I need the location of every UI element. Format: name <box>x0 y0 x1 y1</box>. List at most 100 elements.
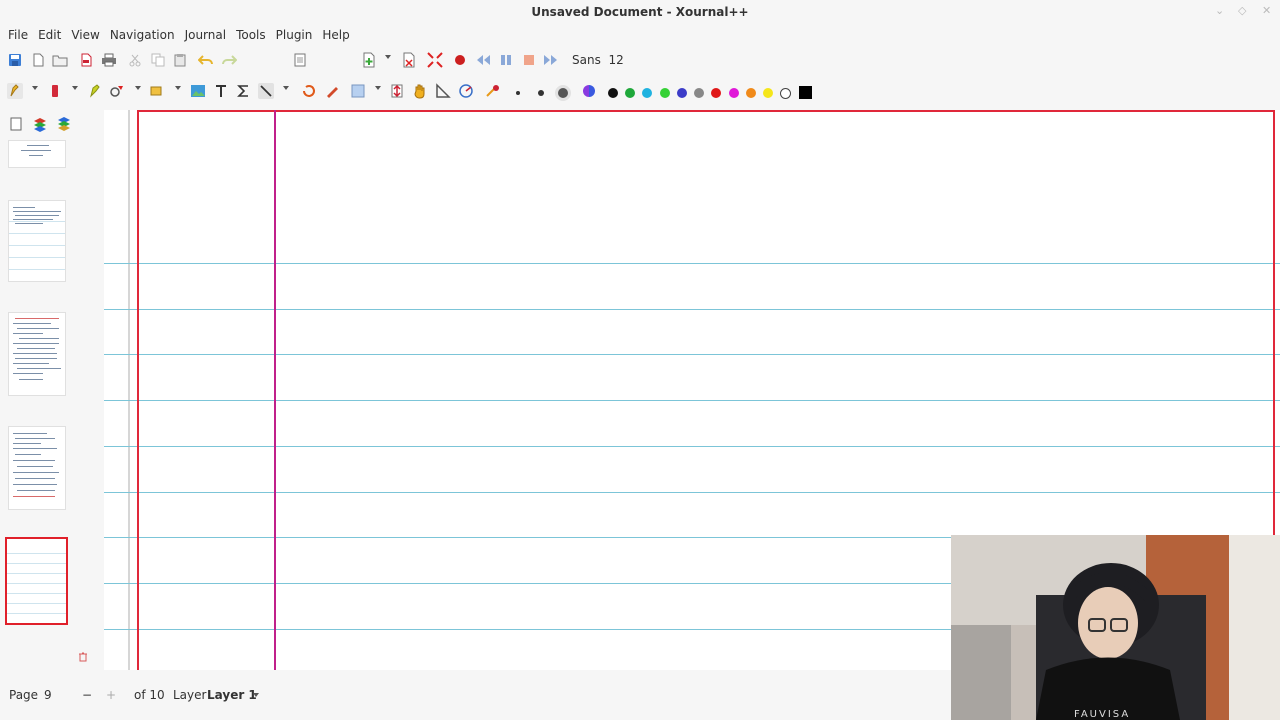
close-icon[interactable]: ✕ <box>1262 4 1271 17</box>
select-dropdown[interactable] <box>175 86 181 90</box>
color-red[interactable] <box>711 88 721 98</box>
rewind-icon[interactable] <box>475 52 491 68</box>
shape-recognizer-icon[interactable] <box>301 83 317 99</box>
menu-bar: File Edit View Navigation Journal Tools … <box>0 24 1280 46</box>
color-blue[interactable] <box>677 88 687 98</box>
undo-icon[interactable] <box>198 52 214 68</box>
color-gray[interactable] <box>694 88 704 98</box>
select-region-icon[interactable] <box>150 83 166 99</box>
delete-page-icon[interactable] <box>401 52 417 68</box>
latex-icon[interactable] <box>235 83 251 99</box>
menu-view[interactable]: View <box>71 28 107 42</box>
save-icon[interactable] <box>7 52 23 68</box>
fast-forward-icon[interactable] <box>543 52 559 68</box>
print-icon[interactable] <box>101 52 117 68</box>
menu-help[interactable]: Help <box>322 28 357 42</box>
fill-dropdown[interactable] <box>375 86 381 90</box>
page-number-input[interactable]: 9 <box>44 688 74 702</box>
font-selector[interactable]: Sans 12 <box>572 53 624 67</box>
color-white[interactable] <box>780 88 791 99</box>
ruler-dropdown[interactable] <box>283 86 289 90</box>
copy-icon[interactable] <box>150 52 166 68</box>
insert-page-icon[interactable] <box>361 52 377 68</box>
menu-plugin[interactable]: Plugin <box>276 28 321 42</box>
page-preview-tab-icon[interactable] <box>8 116 24 132</box>
maximize-icon[interactable]: ◇ <box>1238 4 1246 17</box>
page-decrement-button[interactable]: − <box>82 688 92 702</box>
new-document-icon[interactable] <box>30 52 46 68</box>
color-light-blue[interactable] <box>642 88 652 98</box>
fullscreen-icon[interactable] <box>292 52 308 68</box>
sidebar-header <box>0 110 104 138</box>
record-icon[interactable] <box>452 52 468 68</box>
color-picker-icon[interactable] <box>581 83 597 99</box>
highlighter-icon[interactable] <box>87 83 103 99</box>
color-orange[interactable] <box>746 88 756 98</box>
layer-selector[interactable]: Layer 1 <box>207 688 257 702</box>
main-toolbar: Sans 12 <box>0 46 1280 76</box>
page-label: Page <box>9 688 39 702</box>
fill-color-icon[interactable] <box>350 83 366 99</box>
color-black[interactable] <box>608 88 618 98</box>
pen-icon[interactable] <box>7 83 23 99</box>
menu-tools[interactable]: Tools <box>236 28 274 42</box>
webcam-overlay: FAUVISA <box>951 535 1280 720</box>
color-green[interactable] <box>625 88 635 98</box>
page-thumbnail-5[interactable] <box>8 140 66 168</box>
page-thumbnail-8[interactable] <box>8 426 66 510</box>
hand-icon[interactable] <box>412 83 428 99</box>
text-tool-icon[interactable] <box>213 83 229 99</box>
ruler-icon[interactable] <box>258 83 274 99</box>
image-icon[interactable] <box>190 83 206 99</box>
medium-size-icon[interactable] <box>538 90 544 96</box>
plugin-tool-icon[interactable] <box>484 83 500 99</box>
page-count-label: of 10 <box>134 688 165 702</box>
page-thumbnail-9-selected[interactable] <box>5 537 68 625</box>
zoom-fit-icon[interactable] <box>427 52 443 68</box>
export-pdf-icon[interactable] <box>78 52 94 68</box>
shirt-text: FAUVISA <box>1074 709 1130 720</box>
xournal-window: Unsaved Document - Xournal++ ⌄ ◇ ✕ File … <box>0 0 1280 720</box>
paste-icon[interactable] <box>172 52 188 68</box>
color-yellow[interactable] <box>763 88 773 98</box>
layer-stack-icon[interactable] <box>56 116 72 132</box>
insert-page-dropdown[interactable] <box>385 55 391 59</box>
fill-icon[interactable] <box>324 83 340 99</box>
canvas-gutter <box>128 110 130 670</box>
vertical-space-icon[interactable] <box>389 83 405 99</box>
layer-dropdown-icon[interactable] <box>253 693 259 697</box>
eraser-icon[interactable] <box>47 83 63 99</box>
shape-tool-icon[interactable] <box>109 83 125 99</box>
page-margin-line <box>274 110 276 670</box>
cut-icon[interactable] <box>127 52 143 68</box>
redo-icon[interactable] <box>221 52 237 68</box>
shape-dropdown[interactable] <box>135 86 141 90</box>
compass-icon[interactable] <box>458 83 474 99</box>
layer-label: Layer <box>173 688 207 702</box>
color-light-green[interactable] <box>660 88 670 98</box>
menu-edit[interactable]: Edit <box>38 28 69 42</box>
pause-icon[interactable] <box>498 52 514 68</box>
menu-journal[interactable]: Journal <box>185 28 235 42</box>
setsquare-icon[interactable] <box>435 83 451 99</box>
page-thumbnail-6[interactable] <box>8 200 66 282</box>
stop-icon[interactable] <box>521 52 537 68</box>
window-title: Unsaved Document - Xournal++ <box>531 5 749 19</box>
title-bar: Unsaved Document - Xournal++ ⌄ ◇ ✕ <box>0 0 1280 24</box>
color-magenta[interactable] <box>729 88 739 98</box>
delete-page-sidebar-icon[interactable] <box>77 651 89 663</box>
layers-tab-icon[interactable] <box>32 116 48 132</box>
thin-size-icon[interactable] <box>516 91 520 95</box>
menu-navigation[interactable]: Navigation <box>110 28 183 42</box>
pen-dropdown[interactable] <box>32 86 38 90</box>
page-increment-button[interactable]: + <box>106 688 116 702</box>
menu-file[interactable]: File <box>8 28 36 42</box>
eraser-dropdown[interactable] <box>72 86 78 90</box>
thick-size-icon[interactable] <box>558 88 568 98</box>
open-folder-icon[interactable] <box>52 52 68 68</box>
minimize-icon[interactable]: ⌄ <box>1215 4 1224 17</box>
page-thumbnail-7[interactable] <box>8 312 66 396</box>
tools-toolbar <box>0 77 1280 107</box>
webcam-person-image: FAUVISA <box>951 535 1280 720</box>
custom-color-swatch[interactable] <box>799 86 812 99</box>
